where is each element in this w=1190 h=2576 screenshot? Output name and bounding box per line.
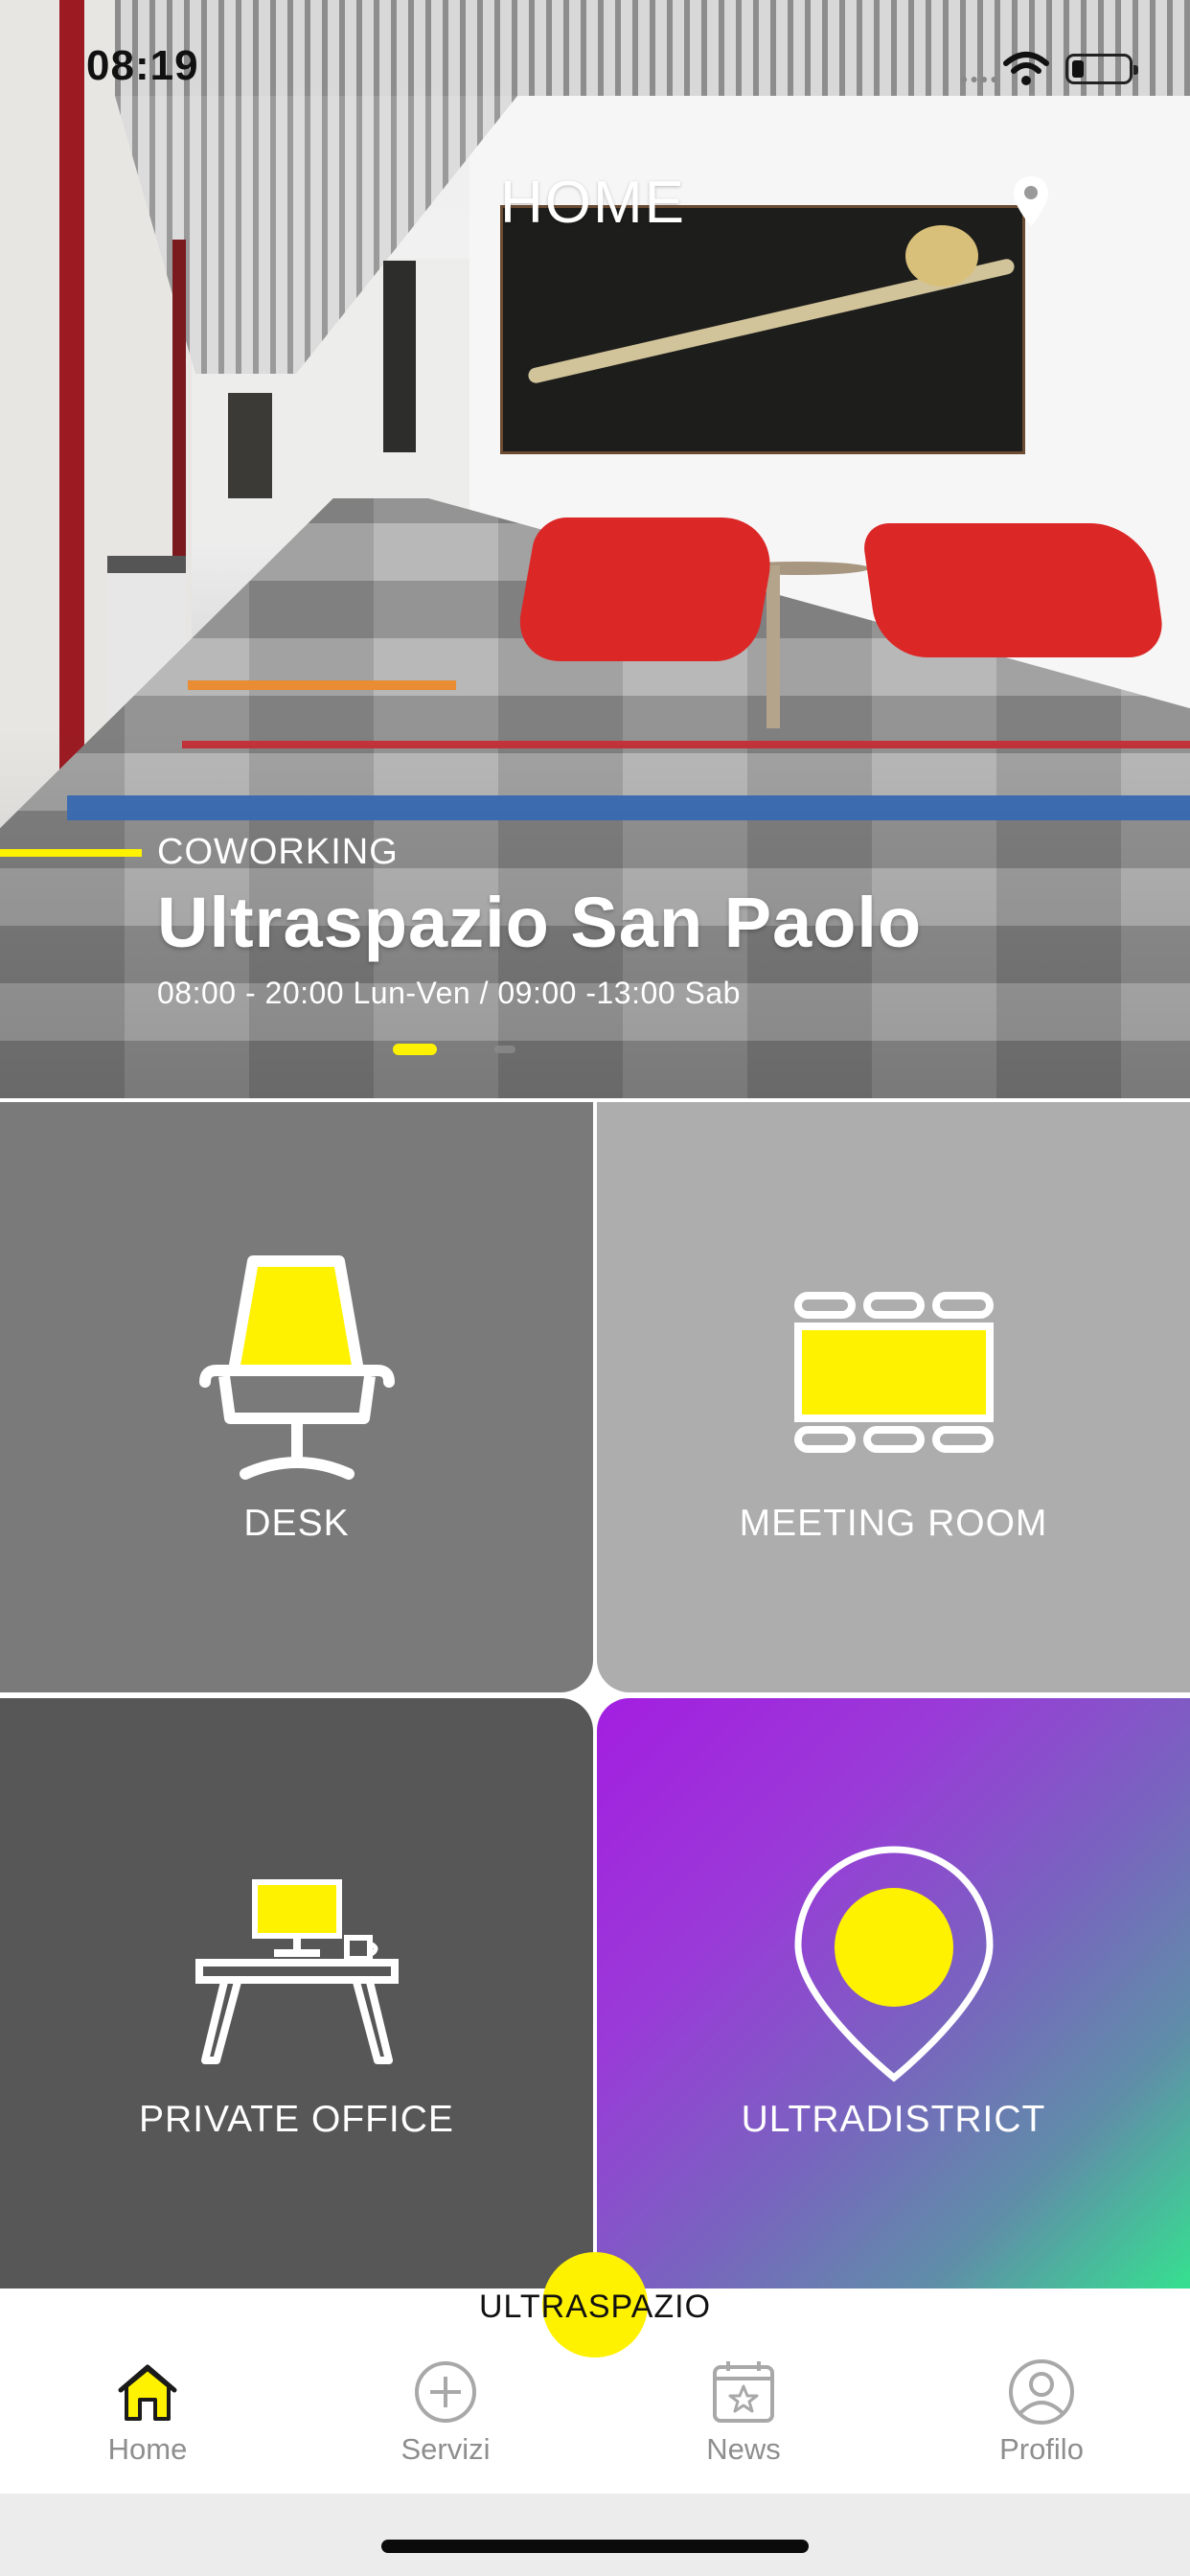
hero-photo-artwork-small <box>383 261 416 452</box>
hero-photo-chair <box>512 518 780 661</box>
pager-dot[interactable] <box>494 1046 515 1053</box>
calendar-star-icon <box>713 2361 774 2423</box>
page-title: HOME <box>500 170 686 236</box>
user-icon <box>1009 2359 1074 2425</box>
brand-logo: ULTRASPAZIO <box>478 2288 712 2325</box>
tab-home-label: Home <box>107 2432 188 2466</box>
hero-opening-hours: 08:00 - 20:00 Lun-Ven / 09:00 -13:00 Sab <box>157 976 741 1010</box>
home-indicator-area <box>0 2494 1190 2576</box>
home-indicator[interactable] <box>381 2540 809 2553</box>
hero-photo-table-stem <box>767 565 780 728</box>
hero-photo-floor-stripe <box>188 680 456 690</box>
tile-private-office[interactable]: PRIVATE OFFICE <box>0 1698 593 2288</box>
wifi-icon <box>1003 52 1049 85</box>
signal-icon: ●●●● <box>960 71 1000 86</box>
home-icon <box>118 2364 177 2421</box>
hero-category: COWORKING <box>157 832 399 872</box>
status-icons: ●●●● <box>958 50 1150 88</box>
tile-desk-label: DESK <box>243 1503 350 1544</box>
hero-location-name: Ultraspazio San Paolo <box>157 883 923 962</box>
hero-photo-door <box>228 393 272 498</box>
tile-ultradistrict[interactable]: ULTRADISTRICT <box>597 1698 1190 2288</box>
tab-news-label: News <box>706 2432 781 2466</box>
tile-private-office-label: PRIVATE OFFICE <box>139 2099 454 2140</box>
hero-photo-door-frame <box>59 0 84 824</box>
meeting-room-icon <box>793 1292 994 1453</box>
battery-icon <box>1065 54 1138 84</box>
tab-home[interactable]: Home <box>52 2358 243 2472</box>
private-office-icon <box>195 1879 399 2064</box>
tab-servizi[interactable]: Servizi <box>350 2358 541 2472</box>
tab-profilo[interactable]: Profilo <box>946 2358 1137 2472</box>
tile-meeting-room-label: MEETING ROOM <box>739 1503 1048 1544</box>
accent-line <box>0 849 142 857</box>
tile-desk[interactable]: DESK <box>0 1102 593 1692</box>
status-time: 08:19 <box>86 42 199 89</box>
tile-ultradistrict-label: ULTRADISTRICT <box>741 2099 1046 2140</box>
tab-news[interactable]: News <box>648 2358 839 2472</box>
tab-profilo-label: Profilo <box>999 2432 1084 2466</box>
location-pin-icon[interactable] <box>1012 174 1050 228</box>
plus-circle-icon <box>415 2361 476 2423</box>
pager-dot-active[interactable] <box>393 1044 437 1055</box>
desk-chair-icon <box>198 1255 395 1480</box>
location-pin-icon <box>793 1846 994 2082</box>
tab-servizi-label: Servizi <box>400 2432 491 2466</box>
hero-photo-chair <box>860 523 1167 657</box>
hero-photo-artwork <box>500 205 1025 454</box>
tile-meeting-room[interactable]: MEETING ROOM <box>597 1102 1190 1692</box>
